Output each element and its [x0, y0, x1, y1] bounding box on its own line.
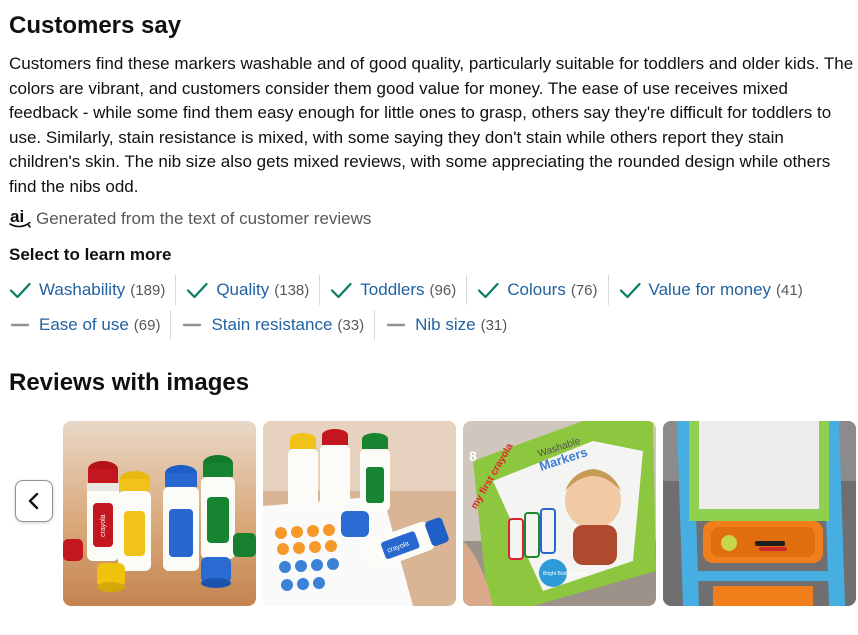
page: Customers say Customers find these marke… — [0, 0, 858, 635]
aspect-label: Ease of use — [39, 315, 129, 334]
box-count: 8 — [469, 448, 477, 464]
aspect-chip-ease-of-use[interactable]: Ease of use (69) — [9, 310, 172, 340]
review-image-2[interactable]: crayola — [263, 421, 456, 606]
review-image-3[interactable]: Washable Markers 8 my first crayola Brig… — [463, 421, 656, 606]
aspect-row-positive: Washability (189) Quality (138) Toddlers… — [9, 275, 823, 305]
aspect-count: (76) — [570, 281, 598, 299]
aspect-count: (41) — [776, 281, 803, 299]
aspect-count: (96) — [429, 281, 457, 299]
check-icon — [619, 282, 641, 299]
aspect-chip-nib-size[interactable]: Nib size (31) — [385, 310, 517, 340]
aspect-label: Quality — [216, 280, 270, 299]
aspect-chip-value-for-money[interactable]: Value for money (41) — [619, 275, 813, 305]
aspect-count: (138) — [274, 281, 310, 299]
aspect-chip-colours[interactable]: Colours (76) — [477, 275, 609, 305]
review-image-4[interactable] — [663, 421, 856, 606]
aspect-label: Washability — [39, 280, 126, 299]
check-icon — [331, 282, 352, 299]
dash-icon — [183, 323, 202, 327]
ai-icon: ai — [9, 207, 33, 230]
select-to-learn-more-title: Select to learn more — [9, 245, 172, 264]
aspect-label: Stain resistance — [211, 315, 333, 334]
review-summary: Customers find these markers washable an… — [9, 54, 854, 196]
check-icon — [478, 282, 499, 299]
aspect-chip-toddlers[interactable]: Toddlers (96) — [330, 275, 468, 305]
aspect-label: Nib size — [415, 315, 476, 334]
carousel-previous-button[interactable] — [15, 480, 53, 522]
ai-note-text: Generated from the text of customer revi… — [36, 209, 372, 228]
aspect-chip-washability[interactable]: Washability (189) — [9, 275, 177, 305]
reviews-with-images-title: Reviews with images — [9, 369, 250, 396]
box-badge: Bright Bold Colours — [543, 571, 587, 577]
aspect-count: (31) — [480, 316, 508, 334]
review-image-1[interactable]: crayola — [63, 421, 256, 606]
aspect-count: (189) — [130, 281, 166, 299]
customers-say-title: Customers say — [9, 12, 182, 39]
check-icon — [187, 282, 208, 299]
aspect-row-mixed: Ease of use (69) Stain resistance (33) N… — [9, 310, 527, 340]
aspect-count: (33) — [337, 316, 365, 334]
dash-icon — [386, 323, 406, 327]
ai-generated-note: ai Generated from the text of customer r… — [9, 207, 371, 231]
aspect-label: Value for money — [648, 280, 772, 299]
aspect-count: (69) — [133, 316, 161, 334]
chevron-left-icon — [28, 492, 39, 510]
aspect-label: Colours — [507, 280, 566, 299]
aspect-label: Toddlers — [360, 280, 425, 299]
aspect-chip-stain-resistance[interactable]: Stain resistance (33) — [181, 310, 376, 340]
check-icon — [9, 282, 31, 299]
aspect-chip-quality[interactable]: Quality (138) — [186, 275, 321, 305]
dash-icon — [10, 323, 30, 327]
marker-brand-text: crayola — [100, 514, 107, 537]
